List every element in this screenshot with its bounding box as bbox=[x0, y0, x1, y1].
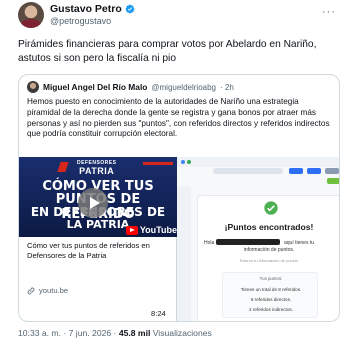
toolbar-button bbox=[289, 168, 303, 174]
browser-tab-bar bbox=[177, 157, 339, 167]
points-found-title: ¡Puntos encontrados! bbox=[224, 222, 314, 232]
youtube-thumbnail[interactable]: DEFENSORES PATRIA CÓMO VER TUS PUNTOS DE… bbox=[19, 157, 177, 237]
green-action-button bbox=[327, 178, 339, 184]
youtube-card[interactable]: DEFENSORES PATRIA CÓMO VER TUS PUNTOS DE… bbox=[19, 157, 177, 321]
toolbar-button bbox=[307, 168, 321, 174]
thumbnail-brand: DEFENSORES PATRIA bbox=[77, 160, 116, 176]
info-line: información de puntos. bbox=[243, 247, 295, 253]
redacted-name bbox=[216, 239, 280, 245]
link-icon bbox=[27, 287, 35, 294]
card-title[interactable]: Cómo ver tus puntos de referidos en Defe… bbox=[27, 241, 173, 261]
quote-author-handle: @migueldelrioabg bbox=[151, 82, 216, 92]
address-bar bbox=[213, 168, 283, 174]
points-card: ¡Puntos encontrados! Hola aquí tienes tu… bbox=[197, 195, 339, 321]
author-name[interactable]: Gustavo Petro bbox=[50, 3, 122, 15]
tweet-timestamp[interactable]: 10:33 a. m. · 7 jun. 2026 · bbox=[18, 328, 116, 338]
quote-author-name: Miguel Angel Del Río Malo bbox=[43, 82, 148, 92]
sidebar-panel bbox=[177, 187, 191, 321]
card-domain[interactable]: youtu.be bbox=[27, 286, 68, 295]
views-count: 45.8 mil bbox=[118, 328, 151, 338]
views-label: Visualizaciones bbox=[152, 328, 212, 338]
youtube-logo: YouTube bbox=[125, 225, 177, 235]
quote-text: Hemos puesto en conocimiento de la autor… bbox=[27, 97, 330, 139]
tweet-footer: 10:33 a. m. · 7 jun. 2026 · 45.8 mil Vis… bbox=[18, 328, 212, 338]
success-badge-icon bbox=[264, 201, 278, 215]
greeting-text: Hola bbox=[204, 240, 215, 246]
indirect-referrals: 2 referidos indirectos. bbox=[249, 307, 293, 312]
attached-screenshot[interactable]: ¡Puntos encontrados! Hola aquí tienes tu… bbox=[177, 157, 339, 321]
thumbnail-brand-large: PATRIA bbox=[79, 166, 115, 176]
browser-dot bbox=[181, 160, 185, 164]
thumbnail-accent bbox=[143, 162, 173, 165]
tweet-header: Gustavo Petro @petrogustavo ··· bbox=[18, 0, 338, 30]
points-summary-box: Tus puntos: Tienes un total de 8 referid… bbox=[222, 272, 318, 318]
author-name-row: Gustavo Petro bbox=[50, 3, 135, 15]
play-icon[interactable] bbox=[78, 188, 108, 218]
youtube-logo-text: YouTube bbox=[139, 225, 177, 235]
card-domain-text: youtu.be bbox=[39, 286, 69, 295]
verified-badge-icon bbox=[125, 4, 135, 14]
toolbar-button bbox=[325, 168, 339, 174]
sub-note: Esta es tu información de puntos bbox=[239, 258, 299, 263]
video-duration: 8:24 bbox=[151, 309, 166, 318]
author-avatar[interactable] bbox=[18, 2, 44, 28]
quote-header: Miguel Angel Del Río Malo @migueldelrioa… bbox=[27, 81, 234, 93]
quote-author-avatar bbox=[27, 81, 39, 93]
greeting-suffix: aquí tienes tu bbox=[284, 240, 315, 246]
author-handle[interactable]: @petrogustavo bbox=[50, 16, 111, 26]
summary-heading: Tus puntos: bbox=[259, 276, 283, 281]
tweet-text: Pirámides financieras para comprar votos… bbox=[18, 39, 317, 64]
more-options-icon[interactable]: ··· bbox=[322, 6, 336, 18]
total-referrals: Tienes un total de 8 referidos. bbox=[240, 287, 302, 292]
quote-time: · 2h bbox=[220, 82, 234, 92]
youtube-play-logo-icon bbox=[125, 225, 138, 235]
quoted-tweet[interactable]: Miguel Angel Del Río Malo @migueldelrioa… bbox=[18, 74, 340, 322]
direct-referrals: 6 referidos directos. bbox=[250, 297, 292, 302]
browser-dot bbox=[187, 160, 191, 164]
